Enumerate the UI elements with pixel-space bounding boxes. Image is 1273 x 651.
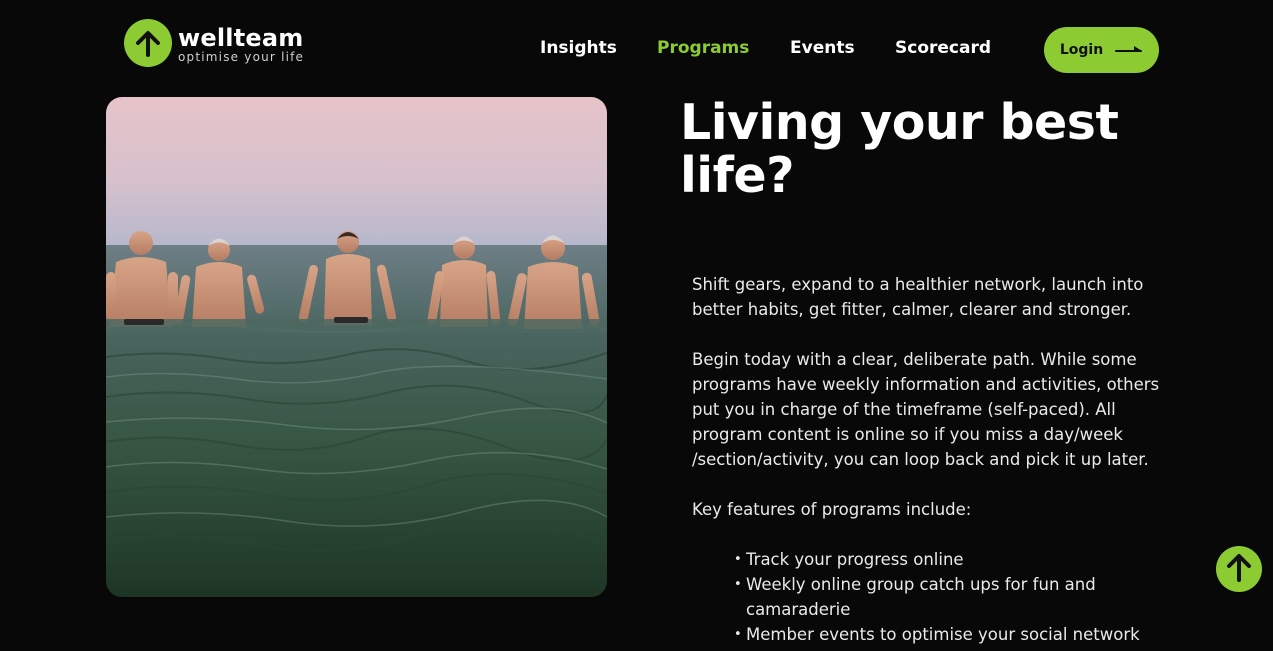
nav-item-insights[interactable]: Insights [540,38,617,58]
page: wellteam optimise your life Insights Pro… [0,0,1273,651]
hero-image [106,97,607,597]
page-title: Living your best life? [680,94,1119,204]
hero-body: Shift gears, expand to a healthier netwo… [692,272,1182,647]
feature-list: Track your progress online Weekly online… [692,547,1182,647]
scroll-top-button[interactable] [1216,546,1262,592]
brand-name: wellteam [178,23,304,52]
nav-item-programs[interactable]: Programs [657,38,749,58]
details-paragraph: Begin today with a clear, deliberate pat… [692,350,1160,469]
list-item: Member events to optimise your social ne… [734,622,1182,647]
login-button[interactable]: Login [1044,27,1159,73]
brand-tagline: optimise your life [178,49,305,64]
logo-text: wellteam optimise your life [178,24,304,63]
list-item: Track your progress online [734,547,1182,572]
arrow-right-icon [1115,41,1143,59]
intro-paragraph: Shift gears, expand to a healthier netwo… [692,275,1144,319]
features-heading: Key features of programs include: [692,500,972,519]
nav-item-scorecard[interactable]: Scorecard [895,38,991,58]
logo-link[interactable]: wellteam optimise your life [124,19,304,67]
nav-item-events[interactable]: Events [790,38,855,58]
list-item: Weekly online group catch ups for fun an… [734,572,1182,622]
arrow-up-icon [1226,552,1252,587]
login-label: Login [1059,42,1104,58]
arrow-up-icon [124,19,172,67]
